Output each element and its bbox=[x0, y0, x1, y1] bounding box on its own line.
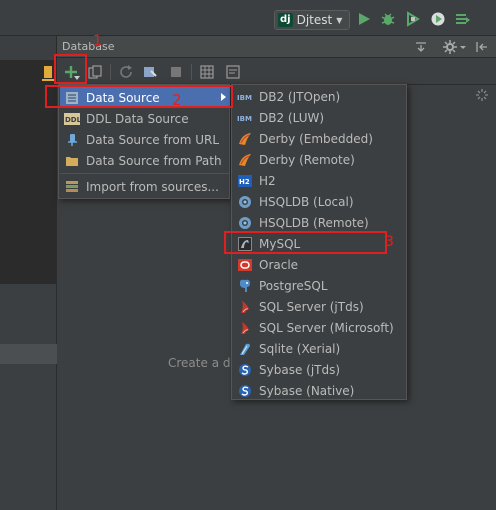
chevron-down-icon: ▼ bbox=[336, 15, 343, 25]
submenu-item-label: Sybase (jTds) bbox=[259, 362, 341, 377]
ibm-icon: IBM bbox=[237, 115, 252, 123]
submenu-item-derby-remote[interactable]: Derby (Remote) bbox=[233, 149, 407, 170]
sybase-icon bbox=[239, 363, 251, 376]
submenu-item-hsqldb-remote[interactable]: HSQLDB (Remote) bbox=[233, 212, 407, 233]
submenu-item-label: Derby (Embedded) bbox=[259, 131, 373, 146]
derby-icon bbox=[239, 153, 251, 166]
toolbar-separator bbox=[110, 64, 111, 80]
menu-item-label: Data Source from URL bbox=[86, 132, 220, 147]
submenu-item-sybase-jtds[interactable]: Sybase (jTds) bbox=[233, 359, 407, 380]
submenu-item-postgresql[interactable]: PostgreSQL bbox=[233, 275, 407, 296]
import-icon bbox=[66, 180, 78, 192]
annotation-number-2: 2 bbox=[172, 91, 182, 109]
hsqldb-icon bbox=[239, 216, 251, 229]
editor-highlight-line bbox=[0, 344, 57, 364]
build-icon[interactable] bbox=[455, 11, 471, 27]
sybase-icon bbox=[239, 384, 251, 397]
properties-icon[interactable] bbox=[142, 64, 158, 80]
submenu-item-label: Oracle bbox=[259, 257, 299, 272]
collapse-icon[interactable] bbox=[413, 39, 429, 55]
hsqldb-icon bbox=[239, 195, 251, 208]
django-icon: dj bbox=[278, 13, 293, 27]
annotation-box-add bbox=[54, 54, 87, 84]
submenu-item-label: PostgreSQL bbox=[259, 278, 328, 293]
table-icon[interactable] bbox=[199, 64, 215, 80]
submenu-item-label: HSQLDB (Local) bbox=[259, 194, 354, 209]
panel-title: Database bbox=[62, 40, 115, 53]
bookmark-marker bbox=[44, 66, 52, 78]
database-toolbar bbox=[57, 59, 496, 85]
dropdown-arrow-icon[interactable] bbox=[456, 39, 472, 55]
submenu-item-hsqldb-local[interactable]: HSQLDB (Local) bbox=[233, 191, 407, 212]
submenu-item-label: HSQLDB (Remote) bbox=[259, 215, 369, 230]
menu-item-import-from-sources[interactable]: Import from sources... bbox=[60, 176, 230, 197]
menu-item-label: DDL Data Source bbox=[86, 111, 189, 126]
annotation-number-1: 1 bbox=[93, 33, 102, 49]
sqlite-icon bbox=[240, 343, 250, 355]
oracle-icon bbox=[238, 258, 252, 271]
run-icon[interactable] bbox=[356, 11, 372, 27]
h2-icon: H2 bbox=[238, 174, 252, 187]
ibm-icon: IBM bbox=[237, 94, 252, 102]
annotation-box-data-source bbox=[45, 85, 233, 108]
run-configuration-name: Djtest bbox=[296, 13, 333, 27]
hide-panel-icon[interactable] bbox=[474, 39, 490, 55]
svg-text:H2: H2 bbox=[239, 178, 250, 186]
submenu-item-sybase-native[interactable]: Sybase (Native) bbox=[233, 380, 407, 401]
toolbar-separator-2 bbox=[191, 64, 192, 80]
submenu-item-sql-server-jtds[interactable]: SQL Server (jTds) bbox=[233, 296, 407, 317]
annotation-number-3: 3 bbox=[385, 234, 394, 250]
postgresql-icon bbox=[240, 279, 250, 292]
menu-item-label: Data Source from Path bbox=[86, 153, 222, 168]
submenu-item-label: SQL Server (Microsoft) bbox=[259, 320, 394, 335]
submenu-item-label: SQL Server (jTds) bbox=[259, 299, 364, 314]
svg-text:IBM: IBM bbox=[237, 94, 252, 102]
menu-item-label: Import from sources... bbox=[86, 179, 219, 194]
menu-item-ddl-data-source[interactable]: DDL DDL Data Source bbox=[60, 108, 230, 129]
submenu-item-label: Sqlite (Xerial) bbox=[259, 341, 341, 356]
submenu-item-label: H2 bbox=[259, 173, 276, 188]
sqlserver-icon bbox=[241, 321, 249, 334]
folder-icon bbox=[66, 156, 78, 166]
submenu-item-label: Sybase (Native) bbox=[259, 383, 355, 398]
database-panel-header: Database bbox=[57, 36, 496, 58]
url-icon bbox=[68, 133, 77, 146]
empty-placeholder-text: Create a da bbox=[168, 356, 238, 370]
derby-icon bbox=[239, 132, 251, 145]
debug-icon[interactable] bbox=[380, 11, 396, 27]
profile-icon[interactable] bbox=[430, 11, 446, 27]
sqlserver-icon bbox=[241, 300, 249, 313]
submenu-item-sql-server-microsoft[interactable]: SQL Server (Microsoft) bbox=[233, 317, 407, 338]
submenu-item-label: DB2 (JTOpen) bbox=[259, 89, 341, 104]
coverage-icon[interactable] bbox=[405, 11, 421, 27]
ddl-icon: DDL bbox=[64, 112, 80, 125]
submenu-item-derby-embedded[interactable]: Derby (Embedded) bbox=[233, 128, 407, 149]
refresh-icon[interactable] bbox=[118, 64, 134, 80]
menu-item-data-source-from-url[interactable]: Data Source from URL bbox=[60, 129, 230, 150]
annotation-box-mysql bbox=[224, 231, 387, 254]
submenu-item-label: Derby (Remote) bbox=[259, 152, 355, 167]
loading-spinner-icon bbox=[476, 89, 488, 101]
svg-text:IBM: IBM bbox=[237, 115, 252, 123]
run-configuration-select[interactable]: dj Djtest ▼ bbox=[274, 10, 350, 30]
console-icon[interactable] bbox=[225, 64, 241, 80]
stop-icon[interactable] bbox=[168, 64, 184, 80]
submenu-item-db2-luw[interactable]: IBM DB2 (LUW) bbox=[233, 107, 407, 128]
main-toolbar: dj Djtest ▼ bbox=[0, 0, 496, 36]
menu-item-data-source-from-path[interactable]: Data Source from Path bbox=[60, 150, 230, 171]
submenu-item-db2-jtopen[interactable]: IBM DB2 (JTOpen) bbox=[233, 86, 407, 107]
copy-icon[interactable] bbox=[87, 64, 103, 80]
submenu-item-h2[interactable]: H2 H2 bbox=[233, 170, 407, 191]
marker-underline bbox=[42, 79, 54, 81]
menu-separator bbox=[60, 173, 230, 174]
submenu-item-label: DB2 (LUW) bbox=[259, 110, 325, 125]
submenu-item-sqlite-xerial[interactable]: Sqlite (Xerial) bbox=[233, 338, 407, 359]
submenu-item-oracle[interactable]: Oracle bbox=[233, 254, 407, 275]
svg-text:DDL: DDL bbox=[65, 116, 80, 124]
